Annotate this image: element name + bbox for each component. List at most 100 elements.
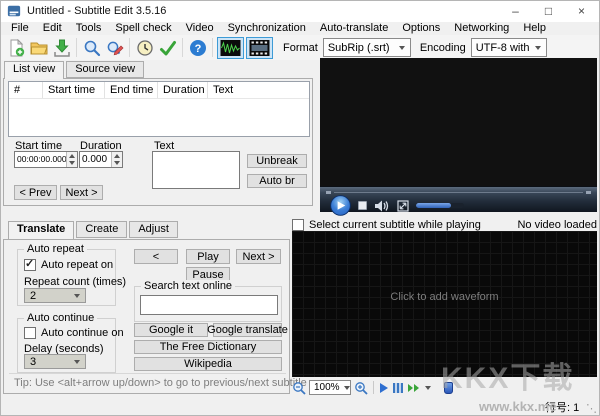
play-button[interactable]: Play (186, 249, 230, 264)
resize-grip[interactable]: ⋱ (586, 402, 597, 415)
video-position-button[interactable] (392, 382, 404, 394)
window-controls: – □ × (499, 0, 598, 22)
open-file-button[interactable] (27, 36, 50, 59)
next-subtitle-button[interactable]: Next > (60, 185, 103, 200)
volume-icon[interactable] (374, 200, 390, 212)
search-online-group: Search text online (134, 280, 282, 322)
unbreak-button[interactable]: Unbreak (247, 154, 307, 168)
column-header-text[interactable]: Text (208, 82, 309, 98)
find-button[interactable] (80, 36, 103, 59)
tab-adjust[interactable]: Adjust (129, 221, 178, 238)
chevron-down-icon (534, 45, 541, 50)
encoding-label: Encoding (419, 41, 466, 54)
auto-repeat-checkbox[interactable] (24, 257, 36, 271)
waveform-toolbar: 100% (292, 379, 453, 396)
toolbar-separator (182, 38, 183, 57)
spin-down-icon[interactable] (67, 159, 77, 167)
google-translate-button[interactable]: Google translate (207, 323, 288, 337)
menu-help[interactable]: Help (516, 22, 553, 35)
zoom-out-button[interactable] (292, 381, 306, 395)
encoding-select[interactable]: UTF-8 with BOM (470, 38, 547, 57)
menubar: File Edit Tools Spell check Video Synchr… (0, 22, 600, 35)
auto-continue-group-label: Auto continue (24, 312, 98, 324)
video-toggle-button[interactable] (246, 36, 273, 59)
spinner-arrows (66, 152, 77, 167)
divider (9, 373, 286, 374)
fast-forward-icon (408, 383, 419, 392)
menu-auto-translate[interactable]: Auto-translate (313, 22, 395, 35)
menu-synchronization[interactable]: Synchronization (221, 22, 313, 35)
subtitle-text-input[interactable] (152, 151, 240, 189)
tab-create[interactable]: Create (76, 221, 128, 238)
auto-continue-checkbox-row: Auto continue on (24, 327, 124, 339)
new-file-button[interactable] (4, 36, 27, 59)
wikipedia-button[interactable]: Wikipedia (134, 357, 282, 371)
spin-up-icon[interactable] (112, 152, 122, 160)
waveform-play-button[interactable] (379, 382, 389, 394)
tab-list-view[interactable]: List view (4, 61, 65, 79)
repeat-count-select[interactable]: 2 (24, 288, 86, 303)
column-header-start-time[interactable]: Start time (43, 82, 105, 98)
chevron-down-icon (343, 385, 350, 390)
prev-subtitle-button[interactable]: < Prev (14, 185, 57, 200)
menu-networking[interactable]: Networking (447, 22, 516, 35)
select-subtitle-checkbox[interactable] (292, 218, 304, 231)
menu-file[interactable]: File (4, 22, 36, 35)
delay-select[interactable]: 3 (24, 354, 86, 369)
video-stop-button[interactable] (358, 201, 367, 210)
search-input[interactable] (140, 295, 278, 315)
playback-speed-button[interactable] (407, 383, 436, 393)
video-position-icon (393, 382, 403, 393)
zoom-in-button[interactable] (354, 381, 368, 395)
auto-continue-checkbox[interactable] (24, 327, 36, 339)
menu-options[interactable]: Options (395, 22, 447, 35)
column-header-end-time[interactable]: End time (105, 82, 158, 98)
subtitle-list: # Start time End time Duration Text (8, 81, 310, 137)
fullscreen-icon[interactable] (397, 199, 409, 212)
google-it-button[interactable]: Google it (134, 323, 208, 337)
waveform-placeholder-text: Click to add waveform (390, 291, 499, 303)
close-button[interactable]: × (565, 0, 598, 22)
play-icon (380, 382, 388, 393)
volume-slider[interactable] (416, 203, 464, 208)
back-button[interactable]: < (134, 249, 178, 264)
visual-sync-button[interactable] (133, 36, 156, 59)
window-title: Untitled - Subtitle Edit 3.5.16 (27, 5, 167, 17)
menu-tools[interactable]: Tools (69, 22, 109, 35)
help-button[interactable]: ? (186, 36, 209, 59)
waveform-toggle-button[interactable] (217, 36, 244, 59)
subtitle-list-header: # Start time End time Duration Text (9, 82, 309, 99)
spin-up-icon[interactable] (67, 152, 77, 160)
spell-check-button[interactable] (156, 36, 179, 59)
start-time-spinner[interactable]: 00:00:00.000 (14, 151, 78, 168)
waveform-zoom-select[interactable]: 100% (309, 380, 351, 395)
save-icon (53, 39, 70, 57)
minimize-button[interactable]: – (499, 0, 532, 22)
replace-button[interactable] (103, 36, 126, 59)
titlebar: Untitled - Subtitle Edit 3.5.16 – □ × (0, 0, 600, 22)
tab-source-view[interactable]: Source view (66, 61, 145, 78)
format-select[interactable]: SubRip (.srt) (322, 38, 411, 57)
menu-edit[interactable]: Edit (36, 22, 69, 35)
volume-fill (416, 203, 451, 208)
video-play-button[interactable] (330, 195, 351, 216)
duration-spinner[interactable]: 0.000 (79, 151, 123, 168)
save-button[interactable] (50, 36, 73, 59)
auto-continue-checkbox-label: Auto continue on (41, 327, 124, 339)
spin-down-icon[interactable] (112, 159, 122, 167)
tip-text: Tip: Use <alt+arrow up/down> to go to pr… (14, 377, 307, 389)
tab-translate[interactable]: Translate (8, 221, 75, 239)
open-folder-icon (30, 42, 48, 54)
menu-spell-check[interactable]: Spell check (108, 22, 178, 35)
auto-br-button[interactable]: Auto br (247, 174, 307, 188)
maximize-button[interactable]: □ (532, 0, 565, 22)
toolbar-separator (212, 38, 213, 57)
video-screen[interactable] (320, 58, 597, 186)
next-button[interactable]: Next > (236, 249, 281, 264)
column-header-number[interactable]: # (9, 82, 43, 98)
free-dictionary-button[interactable]: The Free Dictionary (134, 340, 282, 354)
menu-video[interactable]: Video (179, 22, 221, 35)
column-header-duration[interactable]: Duration (158, 82, 208, 98)
select-subtitle-label: Select current subtitle while playing (309, 218, 481, 231)
subtitle-list-body[interactable] (9, 99, 309, 136)
